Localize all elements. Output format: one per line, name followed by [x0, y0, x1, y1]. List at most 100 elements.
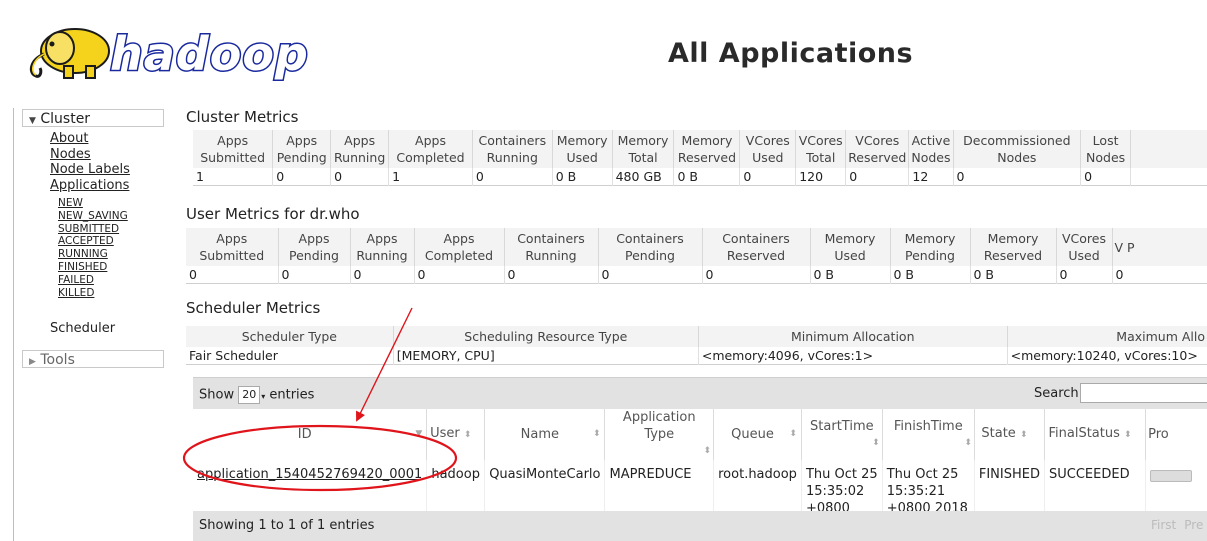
col-scheduler-type: Scheduler Type [186, 326, 394, 347]
col-header-progress[interactable]: Pro [1145, 409, 1207, 460]
pagination: First Pre [1151, 518, 1207, 532]
cluster-nav-list: About Nodes Node Labels Applications [50, 131, 130, 193]
nav-link-nodes[interactable]: Nodes [50, 147, 91, 162]
sort-desc-icon: ▼ [415, 429, 423, 439]
hadoop-logo[interactable]: hadoop [20, 18, 310, 88]
col-apps-completed: Apps Completed [388, 130, 473, 168]
col-user-apps-completed: Apps Completed [413, 228, 504, 266]
metric-active-nodes-link[interactable]: 12 [912, 169, 928, 184]
col-scheduling-resource-type: Scheduling Resource Type [392, 326, 699, 347]
sidebar-divider [13, 108, 14, 541]
progress-bar [1150, 470, 1193, 482]
user-metric-apps-pending: 0 [277, 266, 350, 284]
scheduling-resource-type-value: [MEMORY, CPU] [392, 347, 699, 365]
nav-link-state-new-saving[interactable]: NEW_SAVING [58, 210, 128, 222]
nav-link-scheduler[interactable]: Scheduler [50, 321, 115, 336]
metric-lost-nodes-link[interactable]: 0 [1084, 169, 1092, 184]
nav-link-state-failed[interactable]: FAILED [58, 274, 94, 286]
col-header-finishtime[interactable]: FinishTime ⬍ [881, 409, 975, 460]
nav-link-state-submitted[interactable]: SUBMITTED [58, 223, 119, 235]
col-header-finalstatus[interactable]: FinalStatus ⬍ [1043, 409, 1146, 460]
sort-icon: ⬍ [872, 437, 880, 448]
col-user-vcores-used: VCores Used [1055, 228, 1112, 266]
col-header-starttime[interactable]: StartTime ⬍ [800, 409, 883, 460]
show-label: Show [199, 387, 235, 403]
col-decommissioned-nodes: Decommissioned Nodes [952, 130, 1081, 168]
logo-wordmark: hadoop [110, 27, 309, 81]
col-memory-used: Memory Used [551, 130, 613, 168]
col-header-id[interactable]: ID ▼ [193, 409, 427, 460]
user-metric-memory-used: 0 B [809, 266, 890, 284]
metric-apps-running: 0 [330, 168, 389, 186]
sort-icon: ⬍ [703, 446, 711, 456]
search-label: Search: [1034, 386, 1084, 401]
nav-cluster-label: Cluster [40, 111, 91, 127]
col-user-apps-submitted: Apps Submitted [186, 228, 278, 266]
user-metric-memory-reserved: 0 B [969, 266, 1056, 284]
cluster-metrics-title: Cluster Metrics [186, 108, 299, 126]
nav-link-state-new[interactable]: NEW [58, 197, 83, 209]
col-header-user[interactable]: User ⬍ [426, 409, 485, 460]
sort-icon: ⬍ [1124, 430, 1132, 440]
nav-link-state-running[interactable]: RUNNING [58, 248, 108, 260]
scheduler-metrics-table: Scheduler Type Scheduling Resource Type … [186, 326, 1207, 365]
minimum-allocation-value: <memory:4096, vCores:1> [697, 347, 1008, 365]
user-metric-vcores-used: 0 [1055, 266, 1112, 284]
page-size-select[interactable]: 20 [238, 386, 261, 404]
metric-vcores-used: 0 [739, 168, 796, 186]
nav-link-state-killed[interactable]: KILLED [58, 287, 94, 299]
metric-containers-running: 0 [471, 168, 553, 186]
col-header-state[interactable]: State ⬍ [973, 409, 1045, 460]
elephant-icon [29, 28, 110, 79]
col-user-vcores-pending: V P [1111, 228, 1207, 266]
col-lost-nodes: Lost Nodes [1080, 130, 1131, 168]
sort-icon: ⬍ [463, 430, 472, 440]
col-vcores-used: VCores Used [739, 130, 796, 168]
col-header-queue[interactable]: Queue ⬍ [713, 409, 802, 460]
metric-memory-used: 0 B [551, 168, 613, 186]
nav-link-about[interactable]: About [50, 131, 88, 146]
nav-link-state-accepted[interactable]: ACCEPTED [58, 235, 114, 247]
col-header-application-type[interactable]: Application Type ⬍ [604, 409, 714, 460]
nav-cluster-toggle[interactable]: ▼ Cluster [22, 109, 164, 127]
user-metric-apps-running: 0 [349, 266, 414, 284]
col-user-containers-running: Containers Running [503, 228, 598, 266]
metric-apps-completed: 1 [388, 168, 473, 186]
col-maximum-allocation: Maximum Allo [1006, 326, 1207, 347]
scheduler-type-value: Fair Scheduler [186, 347, 394, 365]
user-metric-vcores-pending: 0 [1111, 266, 1207, 284]
metric-vcores-reserved: 0 [845, 168, 909, 186]
col-apps-submitted: Apps Submitted [193, 130, 273, 168]
nav-tools-label: Tools [40, 352, 75, 368]
col-user-apps-pending: Apps Pending [277, 228, 350, 266]
col-user-apps-running: Apps Running [349, 228, 414, 266]
cluster-metrics-table: Apps Submitted Apps Pending Apps Running… [193, 130, 1207, 186]
application-id-link[interactable]: application_1540452769420_0001 [197, 467, 422, 482]
nav-link-node-labels[interactable]: Node Labels [50, 162, 130, 177]
sort-icon: ⬍ [789, 429, 797, 439]
col-vcores-reserved: VCores Reserved [845, 130, 909, 168]
chevron-down-icon[interactable]: ▾ [261, 392, 265, 401]
metric-memory-reserved: 0 B [673, 168, 740, 186]
sort-icon: ⬍ [592, 429, 601, 439]
metric-apps-pending: 0 [272, 168, 331, 186]
user-metric-apps-submitted: 0 [186, 266, 278, 284]
nav-link-state-finished[interactable]: FINISHED [58, 261, 107, 273]
user-metric-containers-reserved: 0 [701, 266, 810, 284]
col-memory-reserved: Memory Reserved [673, 130, 740, 168]
col-user-memory-reserved: Memory Reserved [969, 228, 1056, 266]
col-user-containers-pending: Containers Pending [597, 228, 702, 266]
metric-vcores-total: 120 [795, 168, 846, 186]
showing-entries-info: Showing 1 to 1 of 1 entries [199, 518, 375, 533]
pager-first-button[interactable]: First [1151, 518, 1176, 532]
search-input[interactable] [1080, 383, 1207, 403]
col-apps-running: Apps Running [330, 130, 389, 168]
metric-decommissioned-nodes-link[interactable]: 0 [957, 169, 965, 184]
col-vcores-total: VCores Total [795, 130, 846, 168]
nav-link-applications[interactable]: Applications [50, 178, 129, 193]
col-memory-total: Memory Total [611, 130, 674, 168]
scheduler-metrics-title: Scheduler Metrics [186, 299, 321, 317]
nav-tools-toggle[interactable]: ▶ Tools [22, 350, 164, 368]
pager-previous-button[interactable]: Pre [1184, 518, 1203, 532]
col-header-name[interactable]: Name ⬍ [484, 409, 605, 460]
